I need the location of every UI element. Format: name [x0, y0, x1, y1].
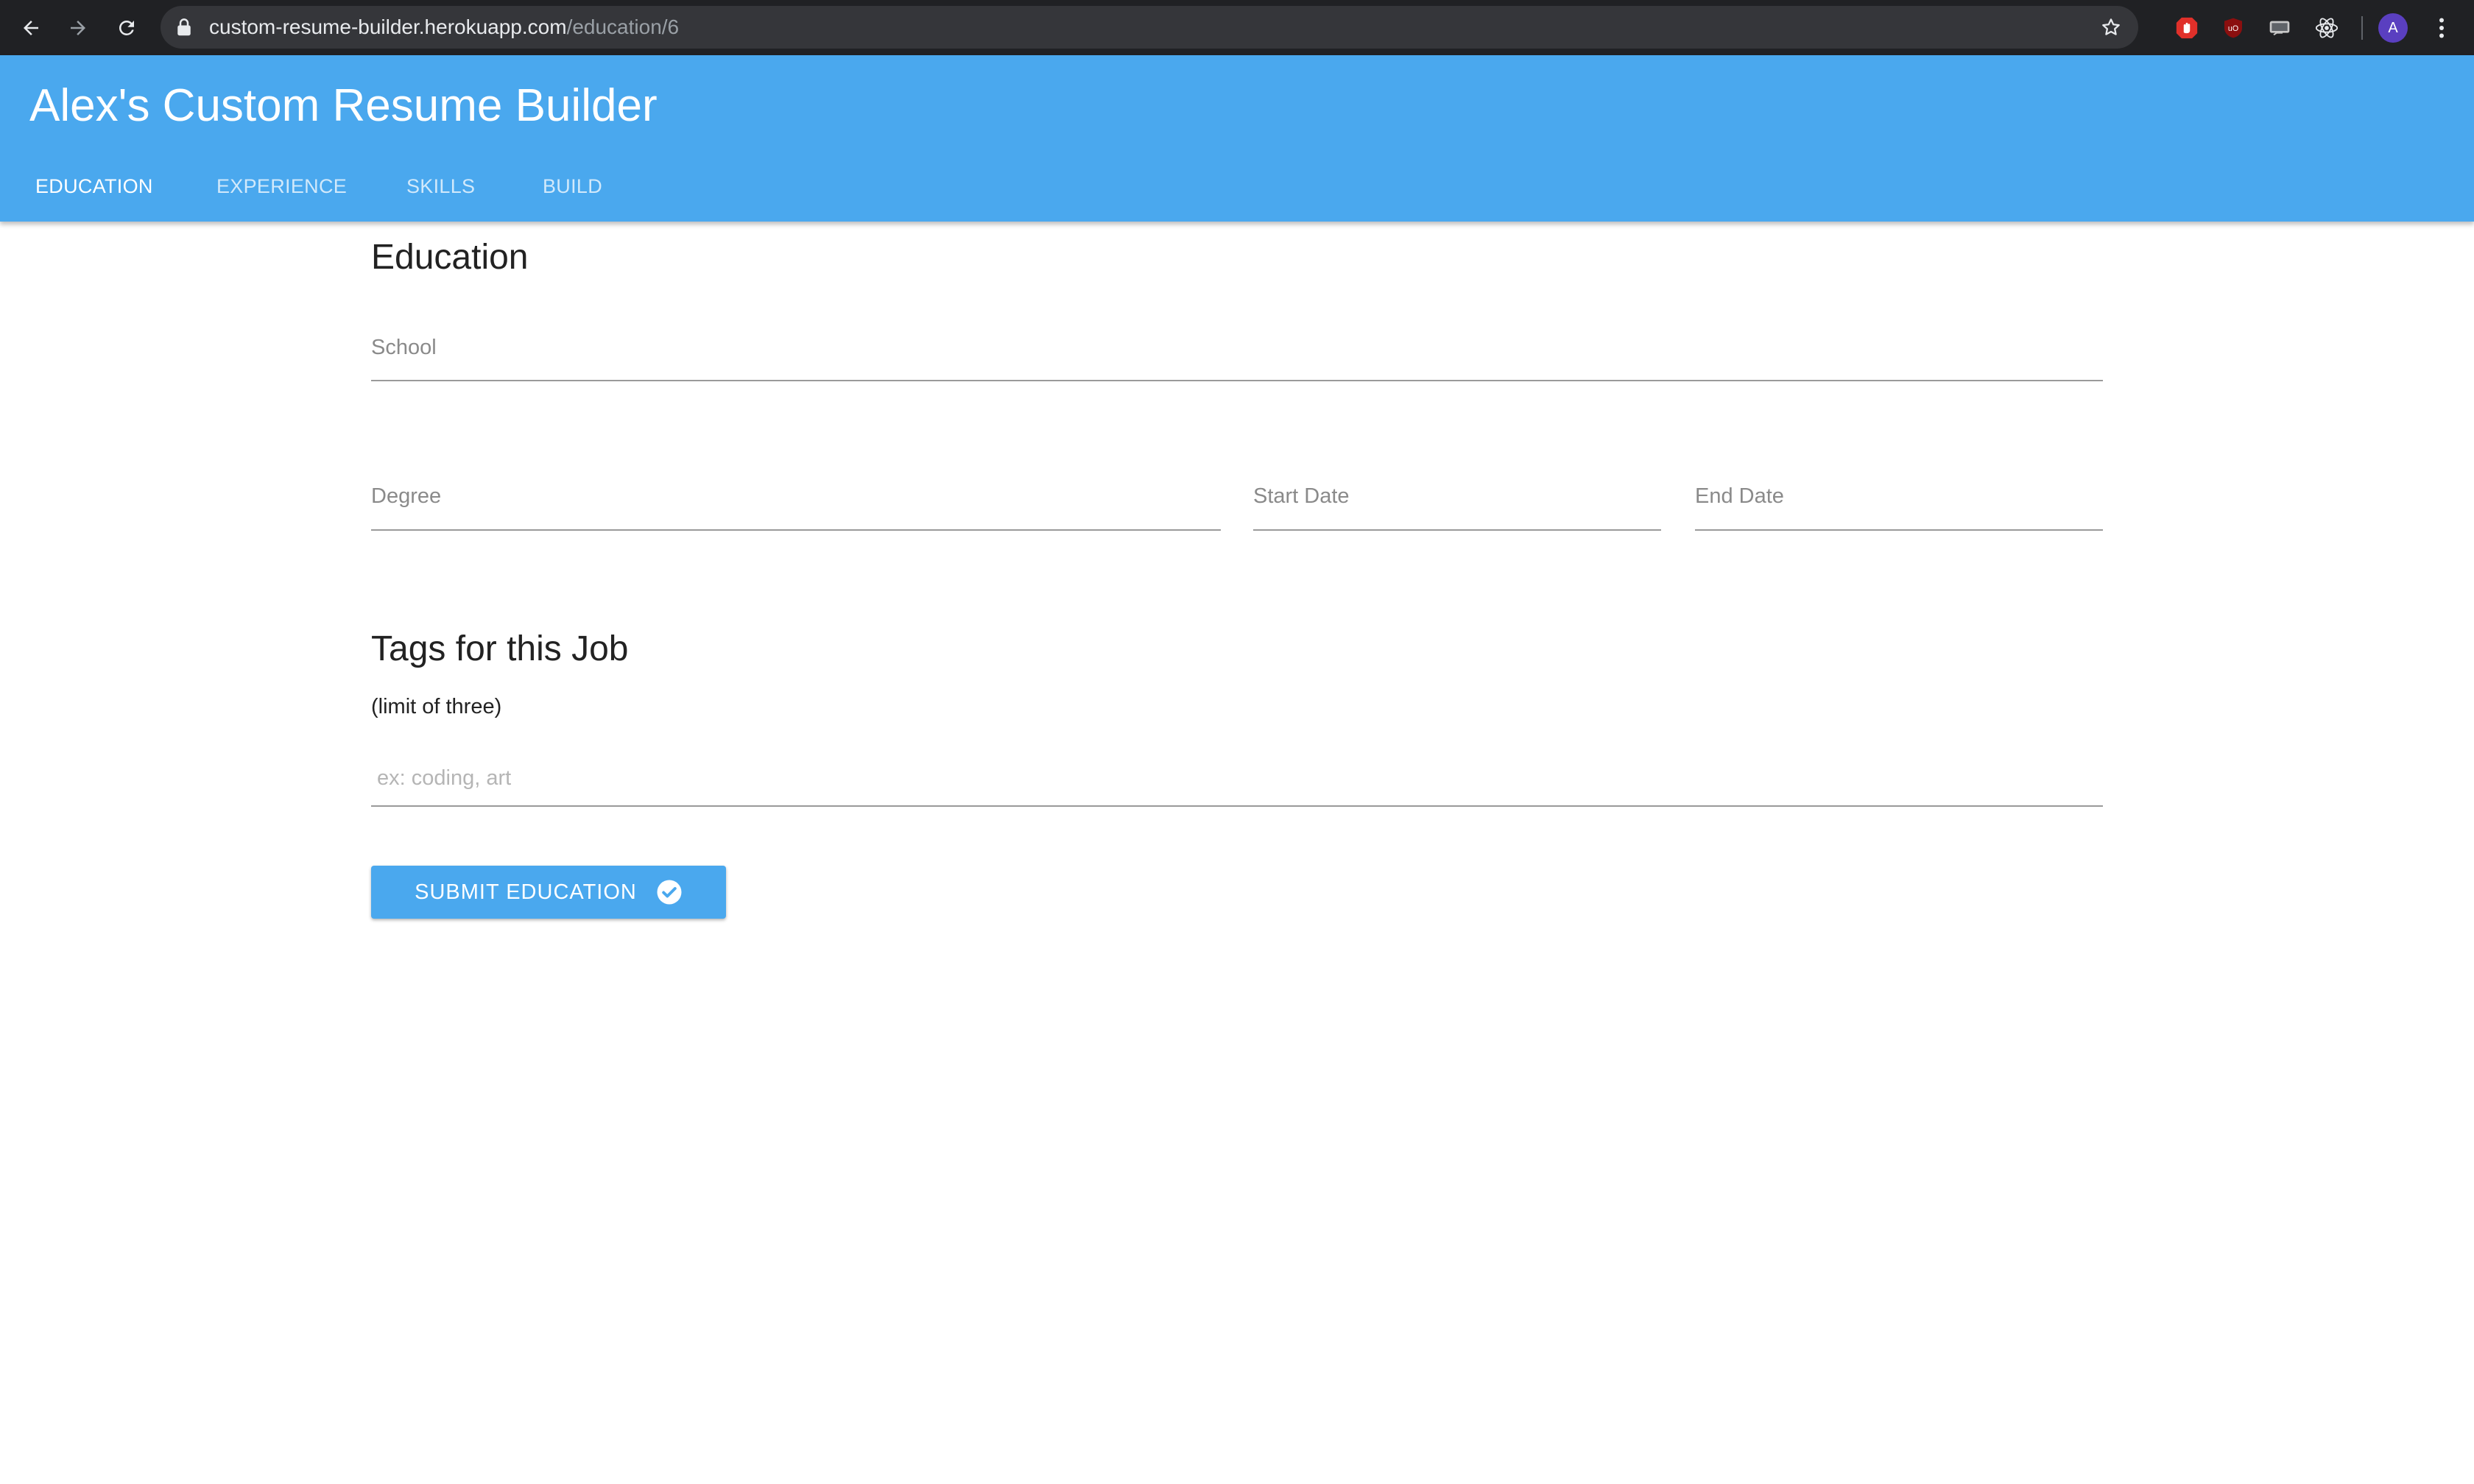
tab-experience[interactable]: EXPERIENCE — [216, 151, 347, 222]
url-text: custom-resume-builder.herokuapp.com/educ… — [209, 6, 679, 49]
adblock-extension-icon[interactable] — [2172, 13, 2202, 43]
education-heading: Education — [371, 238, 529, 277]
ublock-extension-icon[interactable]: uO — [2219, 13, 2248, 43]
url-host: custom-resume-builder.herokuapp.com — [209, 15, 567, 38]
start-date-field[interactable] — [1253, 529, 1661, 531]
submit-education-label: SUBMIT EDUCATION — [415, 880, 637, 904]
lock-icon[interactable] — [177, 18, 191, 40]
app-title: Alex's Custom Resume Builder — [29, 80, 658, 131]
tab-skills[interactable]: SKILLS — [406, 151, 475, 222]
browser-toolbar: custom-resume-builder.herokuapp.com/educ… — [0, 0, 2474, 55]
tags-input[interactable] — [371, 751, 2103, 807]
end-date-label: End Date — [1695, 484, 1784, 508]
tags-heading: Tags for this Job — [371, 629, 629, 668]
tab-build[interactable]: BUILD — [543, 151, 602, 222]
star-icon[interactable] — [2100, 16, 2122, 42]
forward-icon[interactable] — [60, 10, 96, 46]
keyboard-extension-icon[interactable] — [2265, 13, 2294, 43]
end-date-field[interactable] — [1695, 529, 2103, 531]
kebab-menu-icon[interactable] — [2427, 13, 2456, 43]
back-icon[interactable] — [13, 10, 49, 46]
check-circle-icon — [657, 880, 682, 905]
degree-field[interactable] — [371, 529, 1221, 531]
address-bar[interactable]: custom-resume-builder.herokuapp.com/educ… — [161, 6, 2138, 49]
profile-avatar[interactable]: A — [2378, 13, 2408, 43]
app-header: Alex's Custom Resume Builder EDUCATION E… — [0, 55, 2474, 222]
url-path: /education/6 — [566, 15, 680, 38]
react-devtools-icon[interactable] — [2312, 13, 2341, 43]
reload-icon[interactable] — [109, 10, 144, 46]
school-label: School — [371, 336, 437, 359]
school-field[interactable] — [371, 380, 2103, 381]
svg-text:uO: uO — [2228, 24, 2238, 33]
degree-label: Degree — [371, 484, 442, 508]
tab-education[interactable]: EDUCATION — [35, 151, 153, 222]
start-date-label: Start Date — [1253, 484, 1350, 508]
submit-education-button[interactable]: SUBMIT EDUCATION — [371, 866, 726, 919]
tags-limit-hint: (limit of three) — [371, 695, 502, 718]
toolbar-divider — [2361, 16, 2363, 40]
